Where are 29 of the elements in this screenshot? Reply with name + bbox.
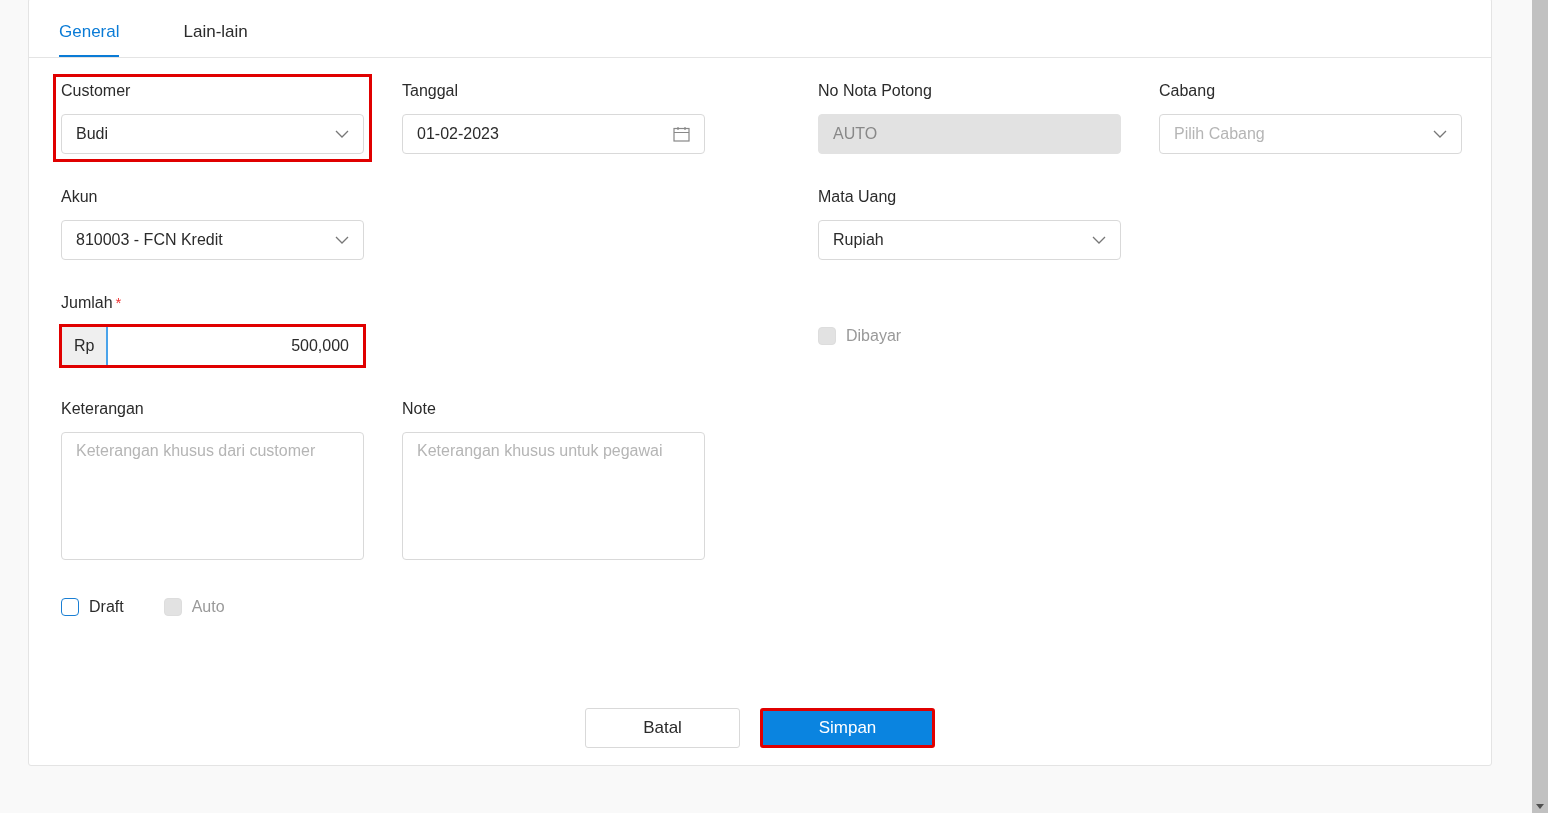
amount-field[interactable]: Rp 500,000 <box>61 326 364 366</box>
field-label: Tanggal <box>402 82 460 100</box>
field-label: Mata Uang <box>818 188 898 206</box>
field-label: Keterangan <box>61 400 145 418</box>
field-label: Akun <box>61 188 99 206</box>
scrollbar[interactable] <box>1532 0 1548 813</box>
date-field[interactable]: 01-02-2023 <box>402 114 705 154</box>
required-mark: * <box>115 294 122 312</box>
chevron-down-icon <box>1433 130 1447 138</box>
calendar-icon <box>673 126 690 142</box>
currency-select[interactable]: Rupiah <box>818 220 1121 260</box>
chevron-down-icon <box>335 130 349 138</box>
tab[interactable]: Lain-lain <box>183 0 248 57</box>
checkbox[interactable]: Draft <box>61 598 124 616</box>
note-textarea[interactable]: Keterangan khusus untuk pegawai <box>402 432 705 560</box>
tab[interactable]: General <box>59 0 120 57</box>
scroll-down-arrow-icon[interactable] <box>1536 804 1544 809</box>
field-label: Note <box>402 400 437 418</box>
chevron-down-icon <box>335 236 349 244</box>
customer-select[interactable]: Budi <box>61 114 364 154</box>
field-label: Jumlah <box>61 294 113 312</box>
account-select[interactable]: 810003 - FCN Kredit <box>61 220 364 260</box>
field-label: Customer <box>61 82 132 100</box>
field-label: No Nota Potong <box>818 82 933 100</box>
field-label: Cabang <box>1159 82 1217 100</box>
cancel-button[interactable]: Batal <box>585 708 740 748</box>
save-button[interactable]: Simpan <box>760 708 935 748</box>
description-textarea[interactable]: Keterangan khusus dari customer <box>61 432 364 560</box>
chevron-down-icon <box>1092 236 1106 244</box>
